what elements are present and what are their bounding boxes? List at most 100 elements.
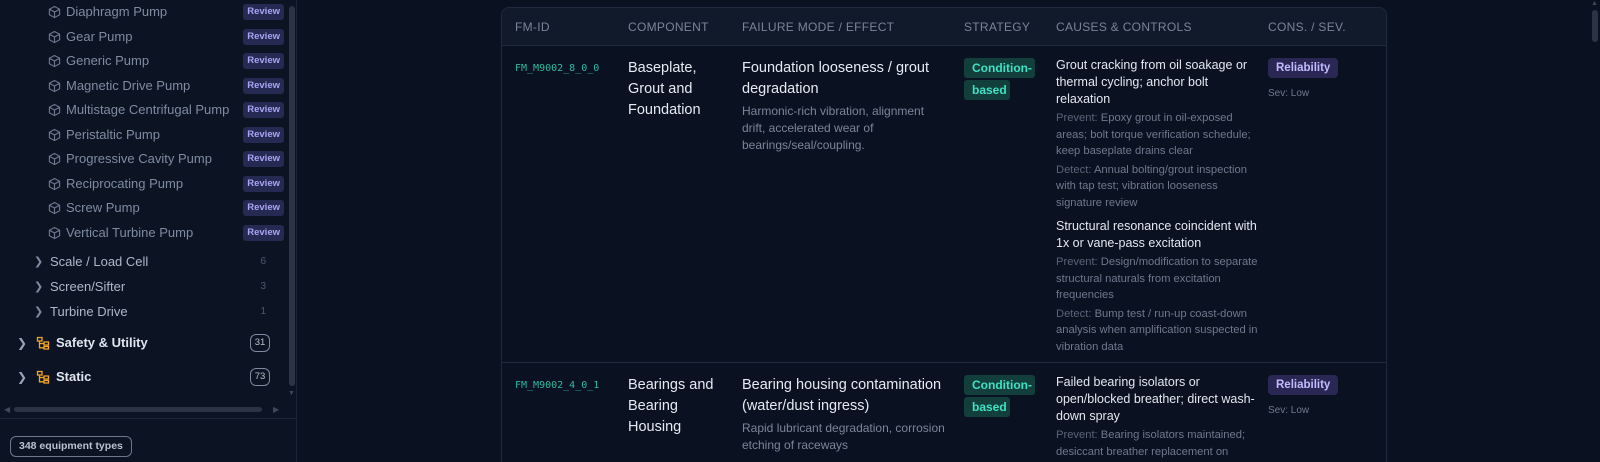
column-header-cons-sev[interactable]: CONS. / SEV. — [1268, 20, 1346, 34]
tree-item-label: Gear Pump — [66, 28, 133, 44]
group-label: Static — [56, 369, 92, 384]
scroll-left-arrow-icon[interactable]: ◀ — [4, 405, 10, 414]
tree-item-label: Multistage Centrifugal Pump — [66, 102, 230, 117]
tree-group-static[interactable]: ❯ Static 73 — [0, 364, 286, 392]
cause-title: Grout cracking from oil soakage or therm… — [1056, 58, 1248, 106]
cause-item: Failed bearing isolators or open/blocked… — [1056, 374, 1261, 460]
review-badge: Review — [243, 175, 284, 192]
strategy-badge: Condition-based — [964, 58, 1035, 100]
sidebar-vertical-scrollbar[interactable]: ▼ — [288, 0, 296, 402]
cube-icon — [48, 5, 61, 19]
tree-item-generic-pump[interactable]: Generic Pump Review — [0, 49, 286, 74]
tree-item-multistage-centrifugal-pump[interactable]: Multistage Centrifugal Pump Review — [0, 98, 286, 123]
tree-item-label: Diaphragm Pump — [66, 4, 168, 19]
cube-icon — [48, 226, 61, 240]
main-vertical-scrollbar[interactable]: ▲ — [1590, 0, 1600, 462]
equipment-count-badge: 348 equipment types — [10, 436, 132, 457]
detect-label: Detect: — [1056, 163, 1092, 176]
cube-icon — [48, 152, 61, 166]
category-count: 3 — [260, 281, 266, 292]
column-header-component[interactable]: COMPONENT — [628, 20, 709, 34]
app-window: Diaphragm Pump Review Gear Pump Review G… — [0, 0, 1600, 462]
review-badge: Review — [243, 102, 284, 118]
causes-cell: Failed bearing isolators or open/blocked… — [1056, 374, 1261, 462]
prevent-label: Prevent: — [1056, 256, 1098, 268]
scroll-right-arrow-icon[interactable]: ▶ — [273, 405, 279, 414]
column-header-failure-mode[interactable]: FAILURE MODE / EFFECT — [742, 20, 894, 34]
tree-item-magnetic-drive-pump[interactable]: Magnetic Drive Pump Review — [0, 74, 286, 99]
scrollbar-thumb[interactable] — [1592, 10, 1598, 42]
tree-item-vertical-turbine-pump[interactable]: Vertical Turbine Pump Review — [0, 221, 286, 246]
table-row[interactable]: FM_M9002_4_0_1 Bearings and Bearing Hous… — [502, 364, 1386, 462]
cause-title: Structural resonance coincident with 1x … — [1056, 219, 1257, 250]
chevron-right-icon[interactable]: ❯ — [34, 255, 43, 268]
scroll-up-arrow-icon[interactable]: ▲ — [1591, 0, 1598, 7]
review-badge: Review — [243, 4, 284, 20]
detect-control: Detect: Annual bolting/grout inspection … — [1056, 162, 1261, 212]
table-row[interactable]: FM_M9002_8_0_0 Baseplate, Grout and Foun… — [502, 47, 1386, 363]
chevron-right-icon[interactable]: ❯ — [17, 336, 27, 350]
consequence-badge: Reliability — [1268, 375, 1339, 395]
column-header-causes[interactable]: CAUSES & CONTROLS — [1056, 20, 1192, 34]
scrollbar-thumb[interactable] — [14, 407, 262, 412]
tree-item-peristaltic-pump[interactable]: Peristaltic Pump Review — [0, 123, 286, 148]
prevent-label: Prevent: — [1056, 112, 1098, 124]
review-badge: Review — [243, 28, 284, 45]
fm-id: FM_M9002_8_0_0 — [515, 63, 600, 74]
group-count-badge: 73 — [250, 368, 270, 386]
component-name: Bearings and Bearing Housing — [628, 377, 714, 435]
detect-label: Detect: — [1056, 307, 1092, 320]
tree-item-label: Screw Pump — [66, 200, 140, 215]
failure-effect: Rapid lubricant degradation, corrosion e… — [742, 421, 945, 452]
cube-icon — [48, 79, 61, 93]
group-label: Safety & Utility — [56, 335, 148, 350]
column-header-fm-id[interactable]: FM-ID — [515, 20, 550, 34]
failure-mode-cell: Foundation looseness / grout degradation… — [742, 58, 947, 154]
sidebar-horizontal-scrollbar[interactable]: ◀ ▶ — [0, 404, 288, 416]
causes-cell: Grout cracking from oil soakage or therm… — [1056, 57, 1261, 362]
tree-item-diaphragm-pump[interactable]: Diaphragm Pump Review — [0, 0, 286, 25]
tree-item-screw-pump[interactable]: Screw Pump Review — [0, 196, 286, 221]
category-count: 1 — [260, 306, 266, 317]
tree-item-label: Reciprocating Pump — [66, 175, 184, 191]
cube-icon — [48, 103, 61, 117]
review-badge: Review — [243, 224, 284, 241]
tree-item-gear-pump[interactable]: Gear Pump Review — [0, 25, 286, 50]
category-label: Scale / Load Cell — [50, 254, 149, 269]
tree-item-progressive-cavity-pump[interactable]: Progressive Cavity Pump Review — [0, 147, 286, 172]
table-header: FM-ID COMPONENT FAILURE MODE / EFFECT ST… — [502, 8, 1386, 46]
failure-mode-title: Foundation looseness / grout degradation — [742, 60, 930, 97]
tree-category-screen-sifter[interactable]: ❯ Screen/Sifter 3 — [0, 275, 286, 300]
cube-icon — [48, 177, 61, 191]
review-badge: Review — [243, 126, 284, 143]
tree-item-reciprocating-pump[interactable]: Reciprocating Pump Review — [0, 172, 286, 197]
tree-group-safety-utility[interactable]: ❯ Safety & Utility 31 — [0, 330, 286, 358]
cause-title: Failed bearing isolators or open/blocked… — [1056, 375, 1255, 423]
chevron-right-icon[interactable]: ❯ — [34, 305, 43, 318]
failure-effect: Harmonic-rich vibration, alignment drift… — [742, 104, 925, 152]
strategy-badge: Condition-based — [964, 375, 1035, 417]
cause-item: Structural resonance coincident with 1x … — [1056, 218, 1261, 355]
group-count-badge: 31 — [250, 334, 270, 352]
severity-text: Sev: Low — [1268, 88, 1310, 99]
hierarchy-icon — [36, 370, 50, 384]
scroll-down-arrow-icon[interactable]: ▼ — [288, 390, 295, 397]
strategy-cell: Condition-based — [964, 374, 1035, 418]
cube-icon — [48, 54, 61, 68]
equipment-tree: Diaphragm Pump Review Gear Pump Review G… — [0, 0, 288, 405]
chevron-right-icon[interactable]: ❯ — [34, 280, 43, 293]
column-header-strategy[interactable]: STRATEGY — [964, 20, 1030, 34]
hierarchy-icon — [36, 336, 50, 350]
category-label: Turbine Drive — [50, 304, 128, 319]
failure-mode-cell: Bearing housing contamination (water/dus… — [742, 375, 947, 454]
tree-item-label: Progressive Cavity Pump — [66, 151, 212, 166]
prevent-control: Prevent: Design/modification to separate… — [1056, 254, 1261, 304]
cube-icon — [48, 201, 61, 215]
strategy-cell: Condition-based — [964, 57, 1035, 101]
scrollbar-thumb[interactable] — [289, 6, 295, 386]
tree-item-label: Vertical Turbine Pump — [66, 224, 194, 240]
tree-category-turbine-drive[interactable]: ❯ Turbine Drive 1 — [0, 300, 286, 325]
cube-icon — [48, 30, 61, 44]
chevron-right-icon[interactable]: ❯ — [17, 370, 27, 384]
tree-category-scale-load-cell[interactable]: ❯ Scale / Load Cell 6 — [0, 250, 286, 275]
